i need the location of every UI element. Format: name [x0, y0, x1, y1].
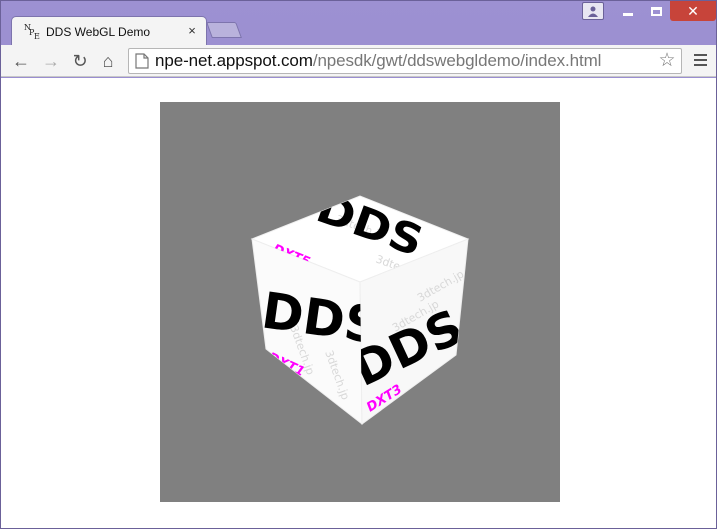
person-icon: [582, 2, 604, 20]
url-text[interactable]: npe-net.appspot.com/npesdk/gwt/ddswebgld…: [155, 51, 601, 71]
back-arrow-icon: ←: [12, 50, 30, 71]
webgl-canvas[interactable]: 3dtech.jp 3dtech.jp 3dtech.jp 3dtech.jp …: [160, 102, 560, 502]
reload-button[interactable]: ↻: [69, 50, 91, 72]
maximize-icon: [650, 6, 662, 16]
profile-button[interactable]: [580, 1, 606, 21]
forward-arrow-icon: →: [42, 50, 60, 71]
page-icon: [135, 53, 149, 69]
tab-dds-webgl-demo[interactable]: N P E DDS WebGL Demo ×: [11, 16, 207, 46]
back-button[interactable]: ←: [10, 50, 32, 72]
forward-button[interactable]: →: [40, 50, 62, 72]
browser-toolbar: ← → ↻ ⌂ npe-net.appspot.com/npesdk/gwt/d…: [1, 45, 716, 77]
dds-cube-render: 3dtech.jp 3dtech.jp 3dtech.jp 3dtech.jp …: [250, 195, 470, 426]
browser-menu-button[interactable]: [694, 54, 708, 68]
close-icon: ✕: [687, 2, 699, 19]
maximize-button[interactable]: [642, 1, 670, 21]
window-controls: ✕: [580, 1, 716, 23]
close-window-button[interactable]: ✕: [670, 1, 716, 21]
home-button[interactable]: ⌂: [97, 50, 119, 72]
bookmark-star-icon[interactable]: ☆: [657, 51, 677, 71]
address-bar[interactable]: npe-net.appspot.com/npesdk/gwt/ddswebgld…: [128, 48, 682, 74]
minimize-icon: [623, 12, 633, 16]
tab-title: DDS WebGL Demo: [46, 24, 151, 39]
hamburger-menu-icon: [694, 54, 708, 66]
home-icon: ⌂: [102, 50, 114, 71]
minimize-button[interactable]: [614, 1, 642, 21]
tab-close-icon[interactable]: ×: [185, 24, 199, 38]
tab-strip: N P E DDS WebGL Demo × ✕: [1, 1, 716, 46]
browser-window: N P E DDS WebGL Demo × ✕ ← → ↻ ⌂ npe-net…: [0, 0, 717, 529]
npe-favicon-icon: N P E: [24, 22, 40, 41]
reload-icon: ↻: [72, 50, 88, 71]
page-content: 3dtech.jp 3dtech.jp 3dtech.jp 3dtech.jp …: [1, 78, 716, 528]
new-tab-button[interactable]: [206, 22, 242, 38]
url-host: npe-net.appspot.com: [155, 51, 313, 70]
url-path: /npesdk/gwt/ddswebgldemo/index.html: [312, 51, 602, 70]
